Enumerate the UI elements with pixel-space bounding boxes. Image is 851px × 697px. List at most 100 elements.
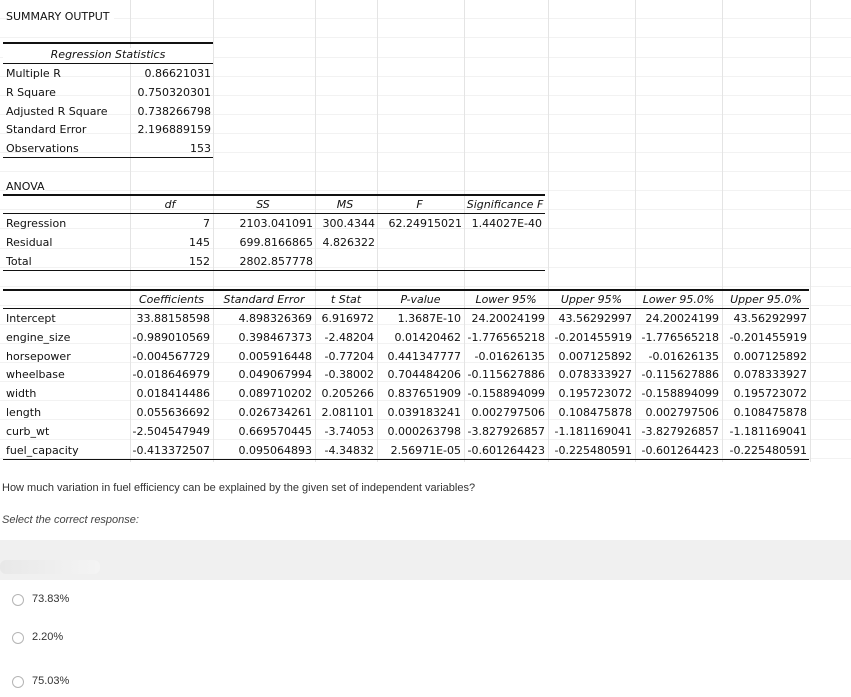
- coefficient-cell: -0.01626135: [474, 349, 545, 363]
- coefficient-cell: -0.601264423: [467, 443, 545, 457]
- anova-row-label: Residual: [6, 235, 53, 249]
- radio-button[interactable]: [12, 594, 24, 606]
- anova-cell: 2802.857778: [239, 254, 313, 268]
- question-text: How much variation in fuel efficiency ca…: [2, 482, 476, 494]
- anova-column-header: MS: [336, 198, 354, 211]
- coefficient-cell: 24.20024199: [645, 312, 719, 325]
- anova-column-header: df: [164, 198, 176, 211]
- coefficient-cell: 0.055636692: [136, 406, 210, 419]
- coefficient-row-label: engine_size: [6, 330, 71, 344]
- table-border: [3, 213, 545, 214]
- radio-button[interactable]: [12, 676, 24, 688]
- anova-column-header: SS: [256, 198, 270, 211]
- coefficient-cell: 33.88158598: [136, 312, 210, 325]
- coefficient-row-label: fuel_capacity: [6, 443, 79, 457]
- answer-option-3[interactable]: 75.03%: [0, 662, 851, 697]
- coefficient-cell: -0.115627886: [641, 368, 719, 382]
- coefficient-cell: 0.095064893: [238, 443, 312, 457]
- answer-option-label: 2.20%: [32, 631, 64, 643]
- coefficient-cell: 0.078333927: [558, 368, 632, 382]
- radio-button[interactable]: [12, 632, 24, 644]
- stat-value: 0.738266798: [137, 104, 211, 118]
- coefficient-cell: -0.225480591: [729, 443, 807, 457]
- coefficient-column-header: Lower 95%: [475, 293, 537, 306]
- coefficient-cell: 0.195723072: [733, 387, 807, 401]
- coefficient-column-header: Standard Error: [223, 293, 305, 306]
- stat-label: Standard Error: [6, 123, 87, 137]
- question-instruction: Select the correct response:: [2, 514, 139, 526]
- redacted-mark: [0, 560, 100, 574]
- table-border: [3, 459, 809, 460]
- coefficient-cell: -0.77204: [324, 349, 374, 363]
- coefficient-cell: 0.441347777: [387, 349, 461, 363]
- coefficient-row-label: width: [6, 387, 37, 401]
- answer-option-label: 73.83%: [32, 593, 70, 605]
- coefficient-cell: 0.837651909: [387, 387, 461, 401]
- coefficient-row-label: curb_wt: [6, 424, 50, 438]
- coefficient-cell: -0.38002: [324, 368, 374, 382]
- coefficient-cell: -0.201455919: [554, 330, 632, 344]
- coefficient-cell: 0.007125892: [558, 349, 632, 363]
- coefficient-cell: 0.018414486: [136, 387, 210, 401]
- coefficient-cell: -0.158894099: [641, 387, 719, 401]
- coefficient-cell: -0.225480591: [554, 443, 632, 457]
- coefficient-cell: -0.01626135: [648, 349, 719, 363]
- coefficient-cell: 43.56292997: [558, 312, 632, 325]
- coefficient-cell: -3.827926857: [467, 424, 545, 438]
- anova-cell: 145: [189, 235, 210, 249]
- coefficient-cell: 0.108475878: [733, 406, 807, 419]
- coefficient-column-header: t Stat: [330, 293, 362, 306]
- grid-line: [810, 0, 811, 462]
- coefficient-column-header: Upper 95%: [560, 293, 623, 306]
- table-border: [3, 42, 213, 44]
- coefficient-cell: -0.989010569: [132, 330, 210, 344]
- table-border: [3, 194, 545, 196]
- coefficient-cell: 0.398467373: [238, 330, 312, 344]
- stat-label: R Square: [6, 85, 56, 99]
- anova-title: ANOVA: [6, 180, 45, 194]
- summary-title: SUMMARY OUTPUT: [6, 10, 114, 24]
- coefficient-cell: 0.195723072: [558, 387, 632, 401]
- coefficient-cell: -3.74053: [324, 424, 374, 438]
- anova-column-header: Significance F: [466, 198, 544, 211]
- coefficient-cell: 24.20024199: [471, 312, 545, 325]
- answer-option-2[interactable]: 2.20%: [0, 618, 851, 662]
- anova-cell: 4.826322: [322, 235, 376, 249]
- coefficient-cell: 0.108475878: [558, 406, 632, 419]
- stat-label: Adjusted R Square: [6, 104, 108, 118]
- regression-statistics-header: Regression Statistics: [3, 48, 213, 62]
- coefficient-cell: 0.005916448: [238, 349, 312, 363]
- coefficient-cell: -2.504547949: [132, 424, 210, 438]
- coefficient-cell: -0.158894099: [467, 387, 545, 401]
- coefficient-cell: 0.704484206: [387, 368, 461, 382]
- table-border: [3, 308, 809, 309]
- coefficient-cell: -0.018646979: [132, 368, 210, 382]
- anova-cell: 62.24915021: [388, 217, 462, 230]
- anova-row-label: Regression: [6, 217, 67, 230]
- table-border: [3, 157, 213, 158]
- coefficient-cell: 1.3687E-10: [397, 312, 461, 325]
- coefficient-cell: -0.201455919: [729, 330, 807, 344]
- coefficient-cell: -0.601264423: [641, 443, 719, 457]
- anova-cell: 2103.041091: [239, 217, 313, 230]
- coefficient-cell: -1.776565218: [467, 330, 545, 344]
- coefficient-cell: -0.115627886: [467, 368, 545, 382]
- coefficient-cell: 43.56292997: [733, 312, 807, 325]
- coefficient-cell: 0.026734261: [238, 406, 312, 419]
- anova-cell: 7: [203, 217, 210, 230]
- coefficient-cell: 0.089710202: [238, 387, 312, 401]
- coefficient-cell: -1.181169041: [554, 424, 632, 438]
- coefficient-row-label: Intercept: [6, 312, 56, 325]
- anova-column-header: F: [416, 198, 423, 211]
- stat-value: 0.86621031: [144, 67, 211, 80]
- coefficient-cell: 0.000263798: [387, 424, 461, 438]
- coefficient-column-header: Lower 95.0%: [642, 293, 715, 306]
- coefficient-cell: -4.34832: [324, 443, 374, 457]
- coefficient-column-header: Coefficients: [138, 293, 205, 306]
- coefficient-cell: 2.56971E-05: [390, 443, 461, 457]
- spreadsheet-output: SUMMARY OUTPUT Regression Statistics Mul…: [0, 0, 851, 462]
- anova-cell: 300.4344: [322, 217, 376, 230]
- answer-option-label: 75.03%: [32, 675, 70, 687]
- coefficient-cell: 0.039183241: [387, 406, 461, 419]
- stat-label: Multiple R: [6, 67, 61, 80]
